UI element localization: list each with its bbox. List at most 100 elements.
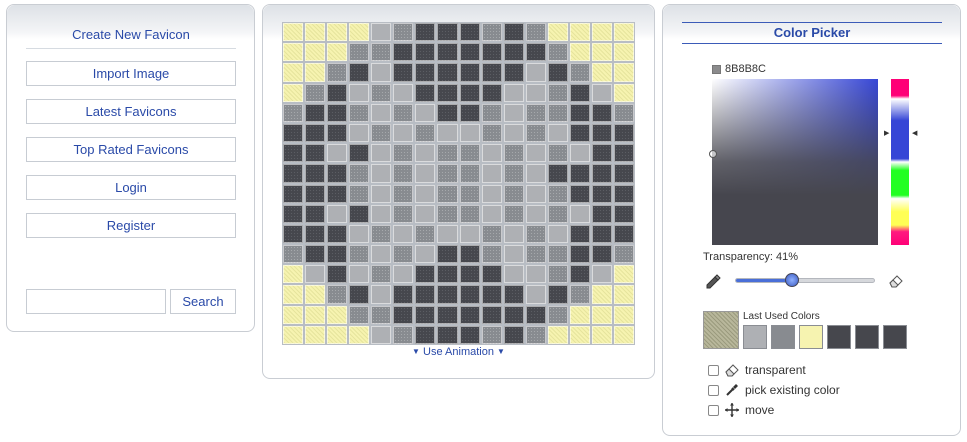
use-animation-toggle[interactable]: ▼ Use Animation ▼: [263, 346, 654, 358]
pixel-cell[interactable]: [327, 245, 348, 264]
pixel-cell[interactable]: [283, 144, 304, 163]
pixel-cell[interactable]: [547, 164, 568, 183]
pixel-cell[interactable]: [327, 123, 348, 143]
pixel-cell[interactable]: [349, 245, 370, 264]
pixel-cell[interactable]: [415, 123, 436, 143]
pixel-cell[interactable]: [481, 285, 502, 304]
pixel-cell[interactable]: [283, 123, 304, 143]
pixel-cell[interactable]: [415, 164, 436, 183]
pixel-cell[interactable]: [283, 325, 304, 344]
pixel-cell[interactable]: [371, 285, 392, 304]
pixel-cell[interactable]: [503, 83, 524, 102]
pixel-cell[interactable]: [437, 285, 458, 304]
pixel-cell[interactable]: [481, 63, 502, 82]
transparency-slider-handle[interactable]: [785, 273, 800, 287]
pixel-cell[interactable]: [613, 245, 634, 264]
pixel-cell[interactable]: [569, 63, 590, 82]
pixel-cell[interactable]: [349, 23, 370, 42]
pixel-cell[interactable]: [415, 184, 436, 203]
pixel-cell[interactable]: [283, 164, 304, 183]
pixel-cell[interactable]: [393, 123, 414, 143]
pixel-cell[interactable]: [613, 144, 634, 163]
pixel-cell[interactable]: [591, 224, 612, 244]
register-button[interactable]: Register: [26, 213, 236, 238]
pixel-cell[interactable]: [371, 103, 392, 122]
pixel-cell[interactable]: [525, 23, 546, 42]
pixel-cell[interactable]: [547, 204, 568, 223]
pixel-cell[interactable]: [437, 123, 458, 143]
pixel-cell[interactable]: [393, 184, 414, 203]
pixel-cell[interactable]: [613, 23, 634, 42]
pixel-cell[interactable]: [481, 305, 502, 324]
pencil-icon[interactable]: [705, 273, 721, 289]
pixel-cell[interactable]: [305, 103, 326, 122]
pixel-cell[interactable]: [503, 325, 524, 344]
pixel-cell[interactable]: [459, 245, 480, 264]
pixel-cell[interactable]: [591, 63, 612, 82]
pixel-cell[interactable]: [547, 184, 568, 203]
pixel-cell[interactable]: [525, 325, 546, 344]
search-button[interactable]: Search: [170, 289, 236, 314]
pixel-cell[interactable]: [393, 224, 414, 244]
pixel-cell[interactable]: [437, 265, 458, 284]
pixel-cell[interactable]: [459, 285, 480, 304]
pixel-cell[interactable]: [393, 325, 414, 344]
pixel-cell[interactable]: [613, 184, 634, 203]
pixel-cell[interactable]: [547, 103, 568, 122]
color-swatch[interactable]: [799, 325, 823, 349]
pixel-cell[interactable]: [305, 144, 326, 163]
pixel-cell[interactable]: [481, 184, 502, 203]
pixel-cell[interactable]: [547, 144, 568, 163]
color-swatch[interactable]: [855, 325, 879, 349]
pixel-cell[interactable]: [415, 265, 436, 284]
pixel-cell[interactable]: [613, 123, 634, 143]
eraser-icon[interactable]: [888, 273, 904, 289]
pixel-cell[interactable]: [613, 305, 634, 324]
pixel-cell[interactable]: [481, 265, 502, 284]
pixel-cell[interactable]: [591, 285, 612, 304]
pixel-cell[interactable]: [569, 23, 590, 42]
pixel-cell[interactable]: [459, 224, 480, 244]
option-pick-color[interactable]: pick existing color: [708, 382, 840, 398]
search-input[interactable]: [26, 289, 166, 314]
option-transparent[interactable]: transparent: [708, 362, 806, 378]
option-move[interactable]: move: [708, 402, 774, 418]
pixel-cell[interactable]: [371, 265, 392, 284]
pixel-cell[interactable]: [327, 43, 348, 62]
pixel-cell[interactable]: [283, 265, 304, 284]
pixel-cell[interactable]: [547, 23, 568, 42]
pixel-cell[interactable]: [613, 103, 634, 122]
pixel-cell[interactable]: [525, 83, 546, 102]
pixel-cell[interactable]: [591, 184, 612, 203]
pixel-cell[interactable]: [503, 245, 524, 264]
pixel-cell[interactable]: [591, 103, 612, 122]
pixel-cell[interactable]: [305, 265, 326, 284]
pixel-cell[interactable]: [459, 204, 480, 223]
pixel-cell[interactable]: [371, 63, 392, 82]
pixel-cell[interactable]: [415, 63, 436, 82]
pixel-cell[interactable]: [569, 164, 590, 183]
saturation-value-box[interactable]: [712, 79, 878, 245]
pixel-cell[interactable]: [503, 123, 524, 143]
pixel-cell[interactable]: [459, 43, 480, 62]
pixel-cell[interactable]: [371, 43, 392, 62]
pixel-cell[interactable]: [393, 204, 414, 223]
pixel-cell[interactable]: [437, 144, 458, 163]
pixel-cell[interactable]: [525, 43, 546, 62]
pixel-cell[interactable]: [569, 83, 590, 102]
pixel-cell[interactable]: [613, 83, 634, 102]
pixel-cell[interactable]: [437, 224, 458, 244]
pixel-cell[interactable]: [283, 184, 304, 203]
pixel-cell[interactable]: [481, 204, 502, 223]
pixel-cell[interactable]: [371, 184, 392, 203]
pixel-cell[interactable]: [437, 204, 458, 223]
pixel-cell[interactable]: [393, 23, 414, 42]
pixel-cell[interactable]: [591, 43, 612, 62]
import-image-button[interactable]: Import Image: [26, 61, 236, 86]
pixel-cell[interactable]: [547, 123, 568, 143]
pixel-cell[interactable]: [569, 245, 590, 264]
pixel-cell[interactable]: [437, 245, 458, 264]
pixel-cell[interactable]: [459, 123, 480, 143]
pixel-cell[interactable]: [503, 184, 524, 203]
pixel-cell[interactable]: [613, 325, 634, 344]
